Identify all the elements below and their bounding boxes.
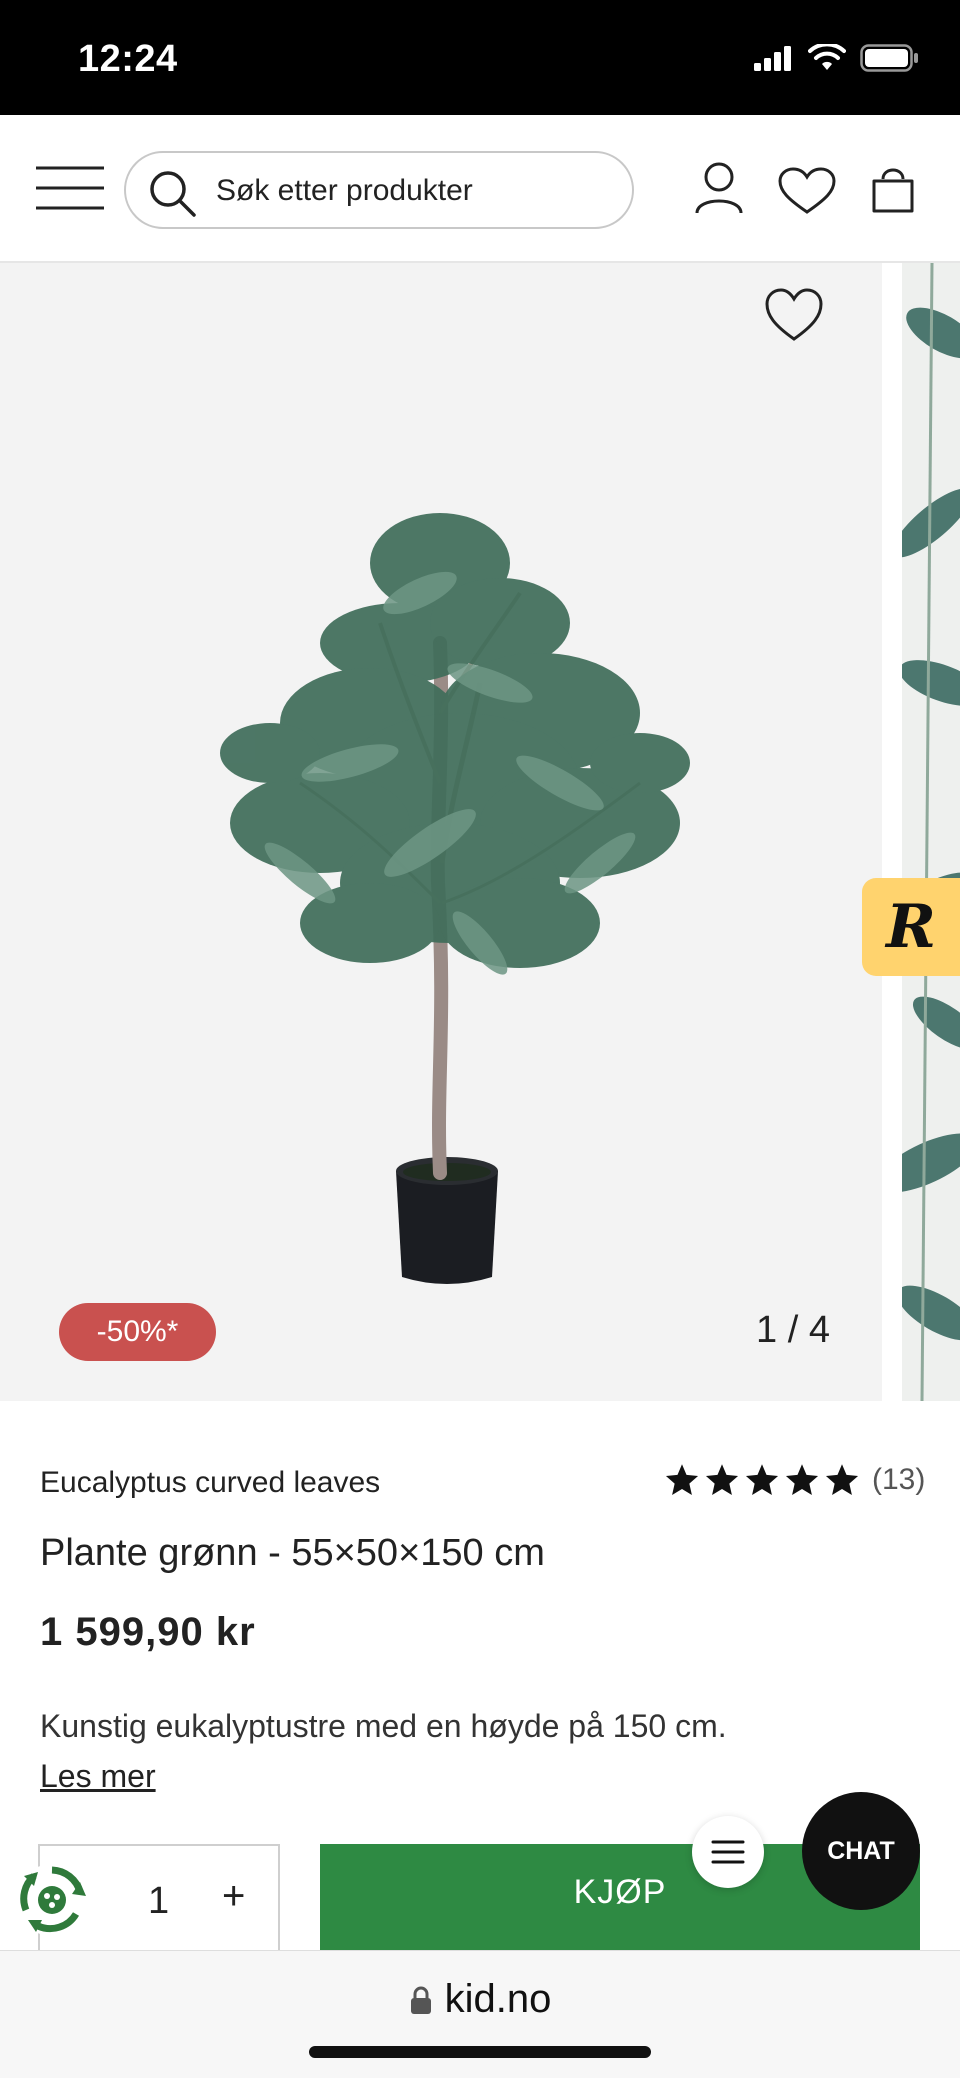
browser-address-bar[interactable]: kid.no bbox=[0, 1950, 960, 2078]
search-bar[interactable] bbox=[124, 151, 634, 229]
url-text: kid.no bbox=[444, 1977, 552, 2021]
product-gallery[interactable]: -50%* 1 / 4 R bbox=[0, 263, 960, 1401]
search-input[interactable] bbox=[216, 171, 616, 211]
search-icon bbox=[150, 171, 196, 217]
home-indicator[interactable] bbox=[309, 2046, 651, 2058]
lock-icon bbox=[410, 1986, 431, 2014]
review-count: (13) bbox=[872, 1463, 926, 1496]
leaf-image bbox=[902, 263, 960, 1401]
product-image[interactable]: -50%* 1 / 4 bbox=[0, 263, 882, 1401]
reviews-widget-badge[interactable]: R bbox=[862, 878, 960, 976]
status-bar: 12:24 bbox=[0, 0, 960, 115]
chat-button[interactable]: CHAT bbox=[802, 1792, 920, 1910]
read-more-link[interactable]: Les mer bbox=[40, 1758, 156, 1795]
signal-icon bbox=[754, 46, 791, 71]
battery-icon bbox=[860, 44, 918, 72]
hamburger-menu-icon[interactable] bbox=[36, 165, 104, 211]
product-description: Kunstig eukalyptustre med en høyde på 15… bbox=[40, 1708, 727, 1744]
star-icon bbox=[785, 1464, 819, 1495]
product-title: Plante grønn - 55×50×150 cm bbox=[40, 1532, 545, 1574]
wishlist-heart-icon[interactable] bbox=[778, 167, 836, 215]
next-product-image-peek[interactable] bbox=[902, 263, 960, 1401]
plant-image bbox=[220, 513, 690, 1284]
site-header bbox=[0, 115, 960, 263]
star-icon bbox=[745, 1464, 779, 1495]
list-icon bbox=[711, 1840, 745, 1864]
star-icon bbox=[825, 1464, 859, 1495]
status-time: 12:24 bbox=[78, 38, 178, 80]
list-menu-button[interactable] bbox=[692, 1816, 764, 1888]
star-icon bbox=[705, 1464, 739, 1495]
quantity-increase-button[interactable]: + bbox=[222, 1874, 245, 1919]
status-icons bbox=[754, 44, 920, 72]
wifi-icon bbox=[808, 44, 846, 70]
star-icon bbox=[665, 1464, 699, 1495]
account-icon[interactable] bbox=[694, 161, 744, 215]
quantity-value[interactable]: 1 bbox=[148, 1880, 169, 1923]
add-to-wishlist-heart-icon[interactable] bbox=[764, 287, 824, 343]
cart-bag-icon[interactable] bbox=[870, 161, 916, 215]
url-display[interactable]: kid.no bbox=[0, 1977, 960, 2022]
product-brand: Eucalyptus curved leaves bbox=[40, 1466, 381, 1499]
product-price: 1 599,90 kr bbox=[40, 1610, 256, 1654]
recycle-eco-icon[interactable] bbox=[14, 1862, 90, 1938]
image-page-counter: 1 / 4 bbox=[756, 1309, 830, 1351]
product-rating[interactable]: (13) bbox=[664, 1462, 925, 1498]
discount-badge: -50%* bbox=[59, 1303, 216, 1361]
